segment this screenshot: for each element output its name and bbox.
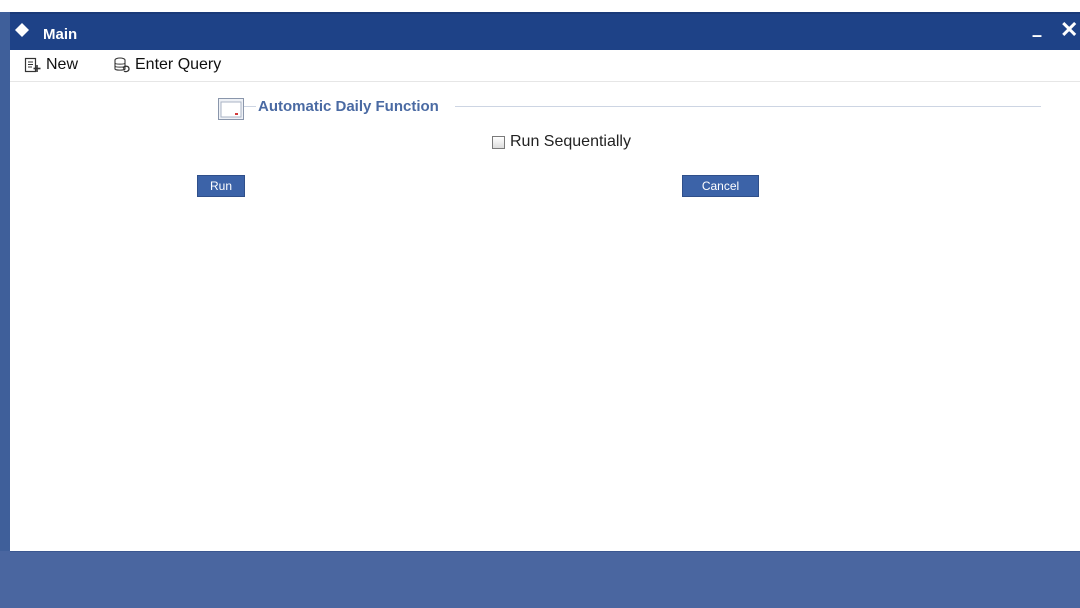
minimize-button[interactable]: –: [1032, 26, 1042, 44]
enter-query-button[interactable]: Enter Query: [113, 53, 221, 77]
window-title: Main: [43, 26, 78, 43]
diamond-icon: [15, 23, 29, 37]
close-button[interactable]: ✕: [1060, 19, 1078, 41]
run-sequentially-option[interactable]: Run Sequentially: [492, 133, 631, 151]
section-collapse-icon[interactable]: [218, 98, 244, 120]
new-button[interactable]: New: [24, 53, 78, 77]
cancel-button[interactable]: Cancel: [682, 175, 759, 197]
toolbar: New Enter Query: [10, 50, 1080, 82]
window-left-border: [0, 12, 10, 551]
enter-query-label: Enter Query: [135, 56, 222, 73]
fieldset-divider: [455, 106, 1041, 107]
footer-left-border: [0, 551, 10, 608]
run-sequentially-checkbox[interactable]: [492, 135, 505, 149]
run-button[interactable]: Run: [197, 175, 245, 197]
run-sequentially-label: Run Sequentially: [510, 133, 631, 150]
main-content: Automatic Daily Function Run Sequentiall…: [10, 82, 1080, 551]
query-icon: [114, 57, 130, 73]
new-document-icon: [24, 57, 41, 73]
application-window: Main – ✕ New Enter Query Automatic Daily…: [0, 0, 1080, 608]
section-title: Automatic Daily Function: [258, 98, 439, 115]
new-label: New: [46, 56, 79, 73]
fieldset-divider-left: [244, 106, 256, 107]
footer-bar: [10, 551, 1080, 608]
title-bar[interactable]: Main – ✕: [10, 12, 1080, 50]
